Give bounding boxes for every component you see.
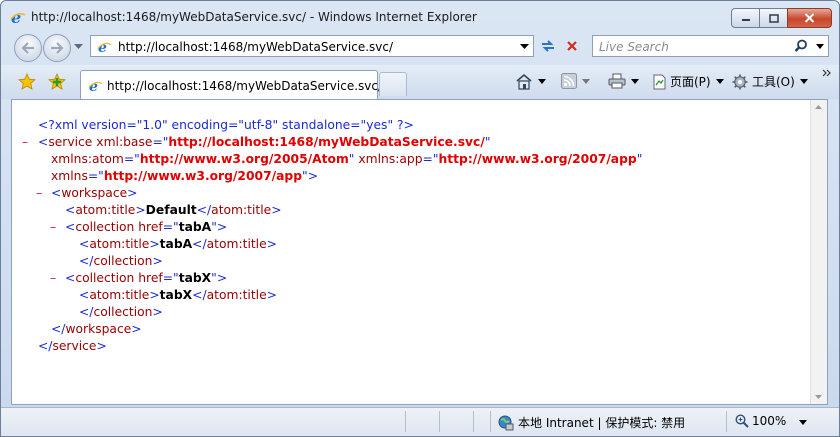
xml-collection-title-a: <atom:title>tabA</atom:title> bbox=[79, 237, 277, 251]
vertical-scrollbar[interactable] bbox=[810, 100, 827, 404]
home-icon bbox=[516, 73, 532, 90]
ie-window: e http://localhost:1468/myWebDataService… bbox=[0, 0, 840, 437]
page-menu-button[interactable]: 页面(P) bbox=[652, 73, 724, 90]
xml-service-close: </service> bbox=[38, 339, 107, 353]
feeds-dropdown-icon[interactable] bbox=[582, 78, 590, 84]
page-icon bbox=[653, 74, 666, 89]
status-divider bbox=[473, 411, 474, 432]
ie-logo-icon: e bbox=[10, 9, 26, 25]
status-bar: 本地 Intranet | 保护模式: 禁用 100% bbox=[1, 407, 839, 436]
scroll-up-arrow-icon[interactable] bbox=[815, 105, 822, 109]
search-icon[interactable] bbox=[794, 39, 808, 53]
address-dropdown-icon[interactable] bbox=[520, 44, 529, 50]
forward-arrow-icon bbox=[51, 42, 64, 54]
print-button[interactable] bbox=[608, 73, 639, 89]
tools-menu-label: 工具(O) bbox=[752, 75, 795, 89]
refresh-icon bbox=[542, 40, 554, 52]
tab-active[interactable]: e http://localhost:1468/myWebDataService… bbox=[80, 70, 382, 99]
page-ie-icon: e bbox=[97, 40, 112, 54]
page-dropdown-icon[interactable] bbox=[715, 79, 724, 84]
xml-workspace-title: <atom:title>Default</atom:title> bbox=[65, 203, 282, 217]
back-button[interactable] bbox=[14, 34, 42, 62]
tab-toolbar: e http://localhost:1468/myWebDataService… bbox=[1, 65, 839, 99]
status-divider bbox=[726, 411, 727, 432]
feeds-button[interactable] bbox=[561, 73, 590, 89]
xml-collection-title-x: <atom:title>tabX</atom:title> bbox=[79, 288, 277, 302]
address-toolbar: e http://localhost:1468/myWebDataService… bbox=[1, 31, 839, 65]
zoom-level: 100% bbox=[752, 414, 787, 428]
gear-icon bbox=[732, 74, 748, 89]
status-divider bbox=[490, 411, 491, 432]
recent-pages-dropdown-icon[interactable] bbox=[74, 44, 83, 50]
xml-workspace-close: </workspace> bbox=[51, 322, 142, 336]
address-input[interactable]: http://localhost:1468/myWebDataService.s… bbox=[118, 40, 393, 54]
new-tab-button[interactable] bbox=[379, 72, 407, 96]
minimize-button[interactable] bbox=[731, 8, 760, 28]
xml-collection-open-x: – <collection href="tabX"> bbox=[50, 270, 228, 287]
search-input[interactable]: Live Search bbox=[599, 40, 669, 54]
xml-service-attrs-2: xmlns="http://www.w3.org/2007/app"> bbox=[51, 169, 319, 183]
tab-label: http://localhost:1468/myWebDataService.s… bbox=[107, 79, 383, 93]
address-bar[interactable]: e http://localhost:1468/myWebDataService… bbox=[90, 35, 534, 57]
security-zone-label: 本地 Intranet | 保护模式: 禁用 bbox=[518, 416, 686, 430]
refresh-button[interactable] bbox=[538, 36, 558, 56]
collapse-toggle-collection-x[interactable]: – bbox=[50, 270, 56, 287]
security-zone[interactable]: 本地 Intranet | 保护模式: 禁用 bbox=[498, 414, 685, 431]
tab-ie-icon: e bbox=[88, 79, 103, 93]
status-divider bbox=[405, 411, 406, 432]
toolbar-overflow-chevron-icon[interactable] bbox=[822, 69, 831, 77]
tools-menu-button[interactable]: 工具(O) bbox=[732, 73, 808, 90]
home-button[interactable] bbox=[515, 73, 546, 90]
forward-button[interactable] bbox=[43, 34, 71, 62]
stop-button[interactable] bbox=[562, 36, 582, 56]
xml-declaration: <?xml version="1.0" encoding="utf-8" sta… bbox=[38, 118, 414, 132]
rss-feed-icon bbox=[561, 73, 577, 89]
close-button[interactable] bbox=[787, 8, 832, 28]
zoom-dropdown-icon[interactable] bbox=[799, 420, 807, 425]
xml-collection-close-a: </collection> bbox=[79, 254, 163, 268]
search-box[interactable]: Live Search bbox=[592, 35, 829, 57]
xml-tree: <?xml version="1.0" encoding="utf-8" sta… bbox=[20, 117, 642, 355]
scroll-down-arrow-icon[interactable] bbox=[815, 395, 822, 399]
xml-workspace-open: – <workspace> bbox=[36, 185, 138, 202]
collapse-toggle-collection-a[interactable]: – bbox=[50, 219, 56, 236]
xml-collection-close-x: </collection> bbox=[79, 305, 163, 319]
stop-icon bbox=[567, 41, 577, 51]
window-title: http://localhost:1468/myWebDataService.s… bbox=[31, 10, 477, 24]
search-provider-dropdown-icon[interactable] bbox=[816, 44, 824, 49]
xml-service-open: – <service xml:base="http://localhost:14… bbox=[22, 134, 491, 151]
printer-icon bbox=[608, 73, 626, 89]
favorites-star-icon[interactable] bbox=[18, 73, 36, 90]
maximize-button[interactable] bbox=[759, 8, 788, 28]
home-dropdown-icon[interactable] bbox=[538, 79, 546, 84]
close-icon bbox=[804, 13, 815, 23]
print-dropdown-icon[interactable] bbox=[631, 78, 639, 84]
maximize-icon bbox=[768, 13, 779, 23]
intranet-globe-icon bbox=[498, 415, 514, 430]
minimize-icon bbox=[741, 19, 750, 21]
page-menu-label: 页面(P) bbox=[670, 75, 711, 89]
back-arrow-icon bbox=[21, 42, 34, 54]
title-bar: e http://localhost:1468/myWebDataService… bbox=[1, 1, 839, 31]
zoom-magnifier-icon bbox=[735, 414, 749, 428]
collapse-toggle-service[interactable]: – bbox=[22, 134, 28, 151]
zoom-control[interactable]: 100% bbox=[735, 414, 786, 428]
add-to-favorites-icon[interactable] bbox=[48, 73, 66, 90]
page-content: <?xml version="1.0" encoding="utf-8" sta… bbox=[11, 99, 828, 405]
xml-collection-open-a: – <collection href="tabA"> bbox=[50, 219, 228, 236]
status-divider bbox=[439, 411, 440, 432]
tools-dropdown-icon[interactable] bbox=[799, 79, 808, 84]
xml-service-attrs-1: xmlns:atom="http://www.w3.org/2005/Atom"… bbox=[51, 152, 643, 166]
collapse-toggle-workspace[interactable]: – bbox=[36, 185, 42, 202]
